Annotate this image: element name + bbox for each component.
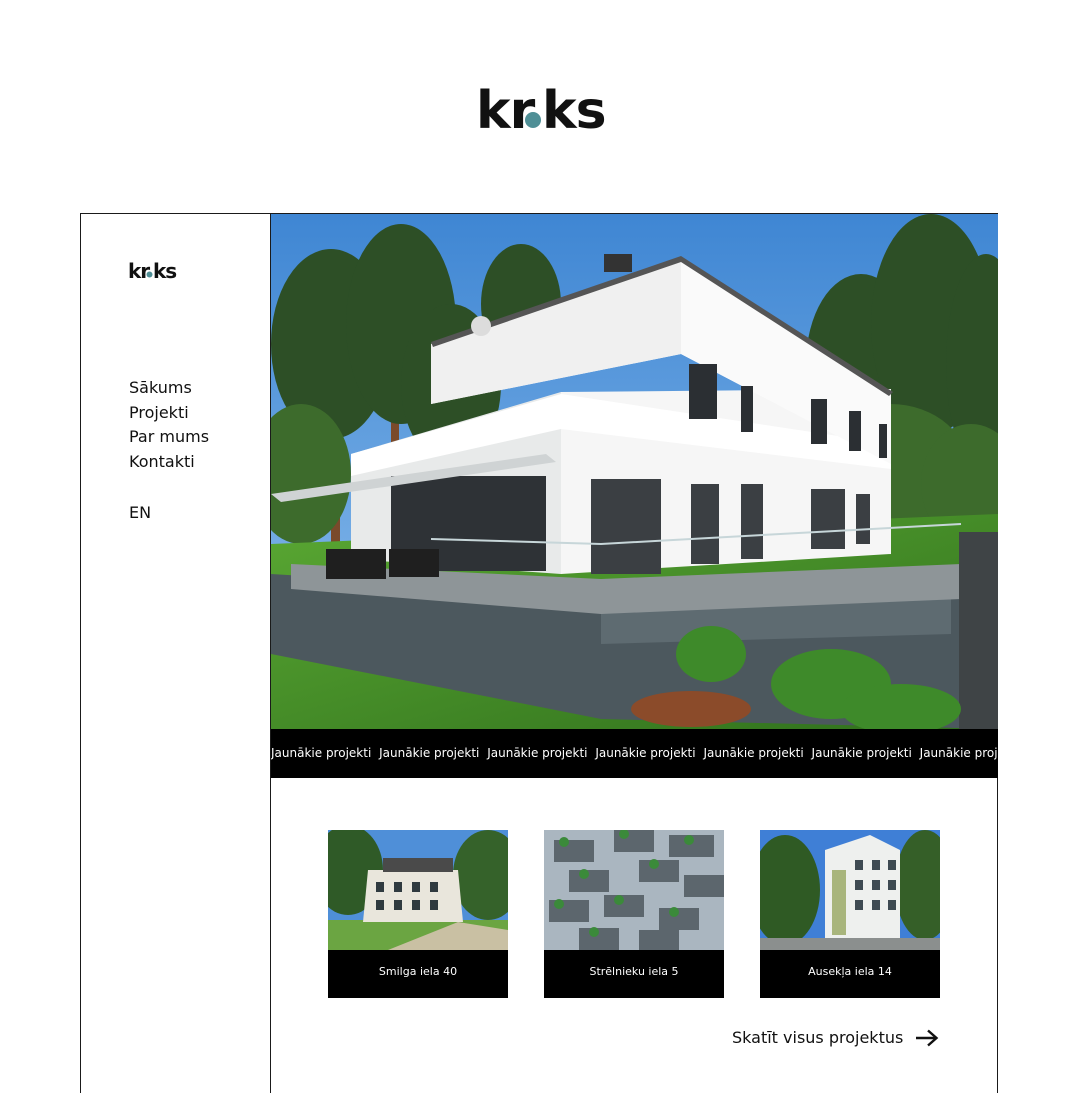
project-card-strelnieku[interactable]: Strēlnieku iela 5: [544, 830, 724, 998]
latest-projects-ticker: Jaunākie projekti Jaunākie projekti Jaun…: [271, 729, 998, 778]
hero-house-image: [271, 214, 998, 729]
nav-item-par-mums[interactable]: Par mums: [129, 425, 209, 450]
sidebar-logo-dot: [146, 271, 153, 278]
brand-logo[interactable]: kr ks: [476, 78, 606, 138]
main-nav: Sākums Projekti Par mums Kontakti: [129, 376, 209, 474]
sidebar-logo-prefix: kr: [128, 260, 150, 282]
project-card-smilga[interactable]: Smilga iela 40: [328, 830, 508, 998]
nav-item-projekti[interactable]: Projekti: [129, 401, 209, 426]
ticker-text: Jaunākie projekti: [271, 746, 372, 760]
ticker-text: Jaunākie projekti: [811, 746, 912, 760]
logo-dot: [525, 112, 541, 128]
project-title: Strēlnieku iela 5: [589, 965, 679, 978]
sidebar: kr ks Sākums Projekti Par mums Kontakti …: [81, 214, 271, 1093]
nav-item-sakums[interactable]: Sākums: [129, 376, 209, 401]
sidebar-logo-suffix: ks: [153, 260, 176, 282]
sidebar-logo[interactable]: kr ks: [128, 260, 178, 282]
language-switch[interactable]: EN: [129, 503, 151, 522]
see-all-label: Skatīt visus projektus: [732, 1028, 904, 1047]
logo-text-suffix: ks: [542, 81, 606, 138]
ticker-text: Jaunākie projekti: [595, 746, 696, 760]
see-all-projects-link[interactable]: Skatīt visus projektus: [732, 1028, 939, 1047]
project-title: Ausekļa iela 14: [808, 965, 892, 978]
ticker-text: Jaunākie projekti: [919, 746, 998, 760]
logo-text-prefix: kr: [476, 81, 536, 138]
site-mockup-frame: kr ks Sākums Projekti Par mums Kontakti …: [80, 213, 998, 1093]
project-image-ausekla: [760, 830, 940, 950]
project-card-ausekla[interactable]: Ausekļa iela 14: [760, 830, 940, 998]
ticker-text: Jaunākie projekti: [379, 746, 480, 760]
project-image-strelnieku: [544, 830, 724, 950]
ticker-text: Jaunākie projekti: [487, 746, 588, 760]
ticker-text: Jaunākie projekti: [703, 746, 804, 760]
nav-item-kontakti[interactable]: Kontakti: [129, 450, 209, 475]
project-image-smilga: [328, 830, 508, 950]
project-title: Smilga iela 40: [378, 965, 458, 978]
arrow-right-icon: [916, 1029, 939, 1046]
